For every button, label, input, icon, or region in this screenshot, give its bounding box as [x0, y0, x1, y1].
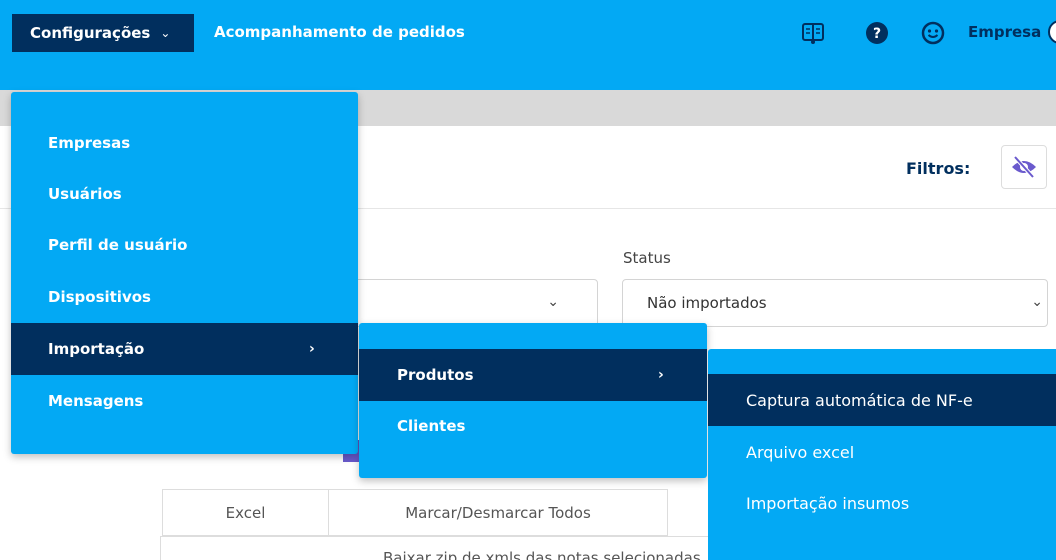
menu-item-clientes[interactable]: Clientes — [359, 400, 707, 452]
menu-item-usuarios[interactable]: Usuários — [11, 168, 358, 220]
eye-slash-icon — [1012, 155, 1036, 179]
filter-select[interactable]: ⌄ — [350, 279, 598, 327]
produtos-submenu: Captura automática de NF-e Arquivo excel… — [708, 349, 1056, 560]
status-select-value: Não importados — [647, 294, 767, 312]
menu-item-arquivo-excel[interactable]: Arquivo excel — [708, 426, 1056, 478]
filters-label: Filtros: — [906, 159, 971, 178]
status-label: Status — [623, 249, 671, 267]
company-label[interactable]: Empresa — [968, 23, 1041, 41]
nav-link-acompanhamento[interactable]: Acompanhamento de pedidos — [214, 23, 465, 41]
menu-item-mensagens[interactable]: Mensagens — [11, 375, 358, 427]
menu-item-dispositivos[interactable]: Dispositivos — [11, 271, 358, 323]
top-navbar: Configurações ⌄ Acompanhamento de pedido… — [0, 0, 1056, 90]
toggle-filters-button[interactable] — [1001, 145, 1047, 189]
status-select[interactable]: Não importados ⌄ — [622, 279, 1048, 327]
chevron-down-icon: ⌄ — [160, 26, 171, 40]
importacao-submenu: Produtos › Clientes — [359, 323, 707, 478]
book-icon[interactable] — [800, 20, 826, 46]
configuracoes-menu-button[interactable]: Configurações ⌄ — [12, 14, 194, 52]
toggle-select-all-button[interactable]: Marcar/Desmarcar Todos — [329, 490, 668, 535]
chevron-down-icon: ⌄ — [547, 294, 559, 310]
chevron-down-icon: ⌄ — [1031, 294, 1043, 310]
company-avatar[interactable] — [1048, 20, 1056, 44]
menu-item-empresas[interactable]: Empresas — [11, 117, 358, 169]
chevron-right-icon: › — [658, 367, 664, 383]
chevron-right-icon: › — [309, 341, 315, 357]
menu-item-importacao[interactable]: Importação › — [11, 323, 358, 375]
download-zip-link[interactable]: Baixar zip de xmls das notas selecionada… — [383, 549, 701, 560]
menu-item-importacao-insumos[interactable]: Importação insumos — [708, 477, 1056, 529]
menu-item-perfil-usuario[interactable]: Perfil de usuário — [11, 219, 358, 271]
table-toolbar: Excel Marcar/Desmarcar Todos — [162, 489, 668, 536]
menu-item-produtos-label: Produtos — [397, 366, 474, 384]
menu-item-produtos[interactable]: Produtos › — [359, 349, 707, 401]
configuracoes-label: Configurações — [30, 24, 151, 42]
excel-button[interactable]: Excel — [163, 490, 329, 535]
smiley-icon[interactable] — [920, 20, 946, 46]
configuracoes-dropdown: Empresas Usuários Perfil de usuário Disp… — [11, 92, 358, 454]
menu-item-captura-nfe[interactable]: Captura automática de NF-e — [708, 374, 1056, 426]
menu-item-importacao-label: Importação — [48, 340, 145, 358]
help-icon[interactable]: ? — [864, 20, 890, 46]
svg-text:?: ? — [873, 26, 881, 42]
